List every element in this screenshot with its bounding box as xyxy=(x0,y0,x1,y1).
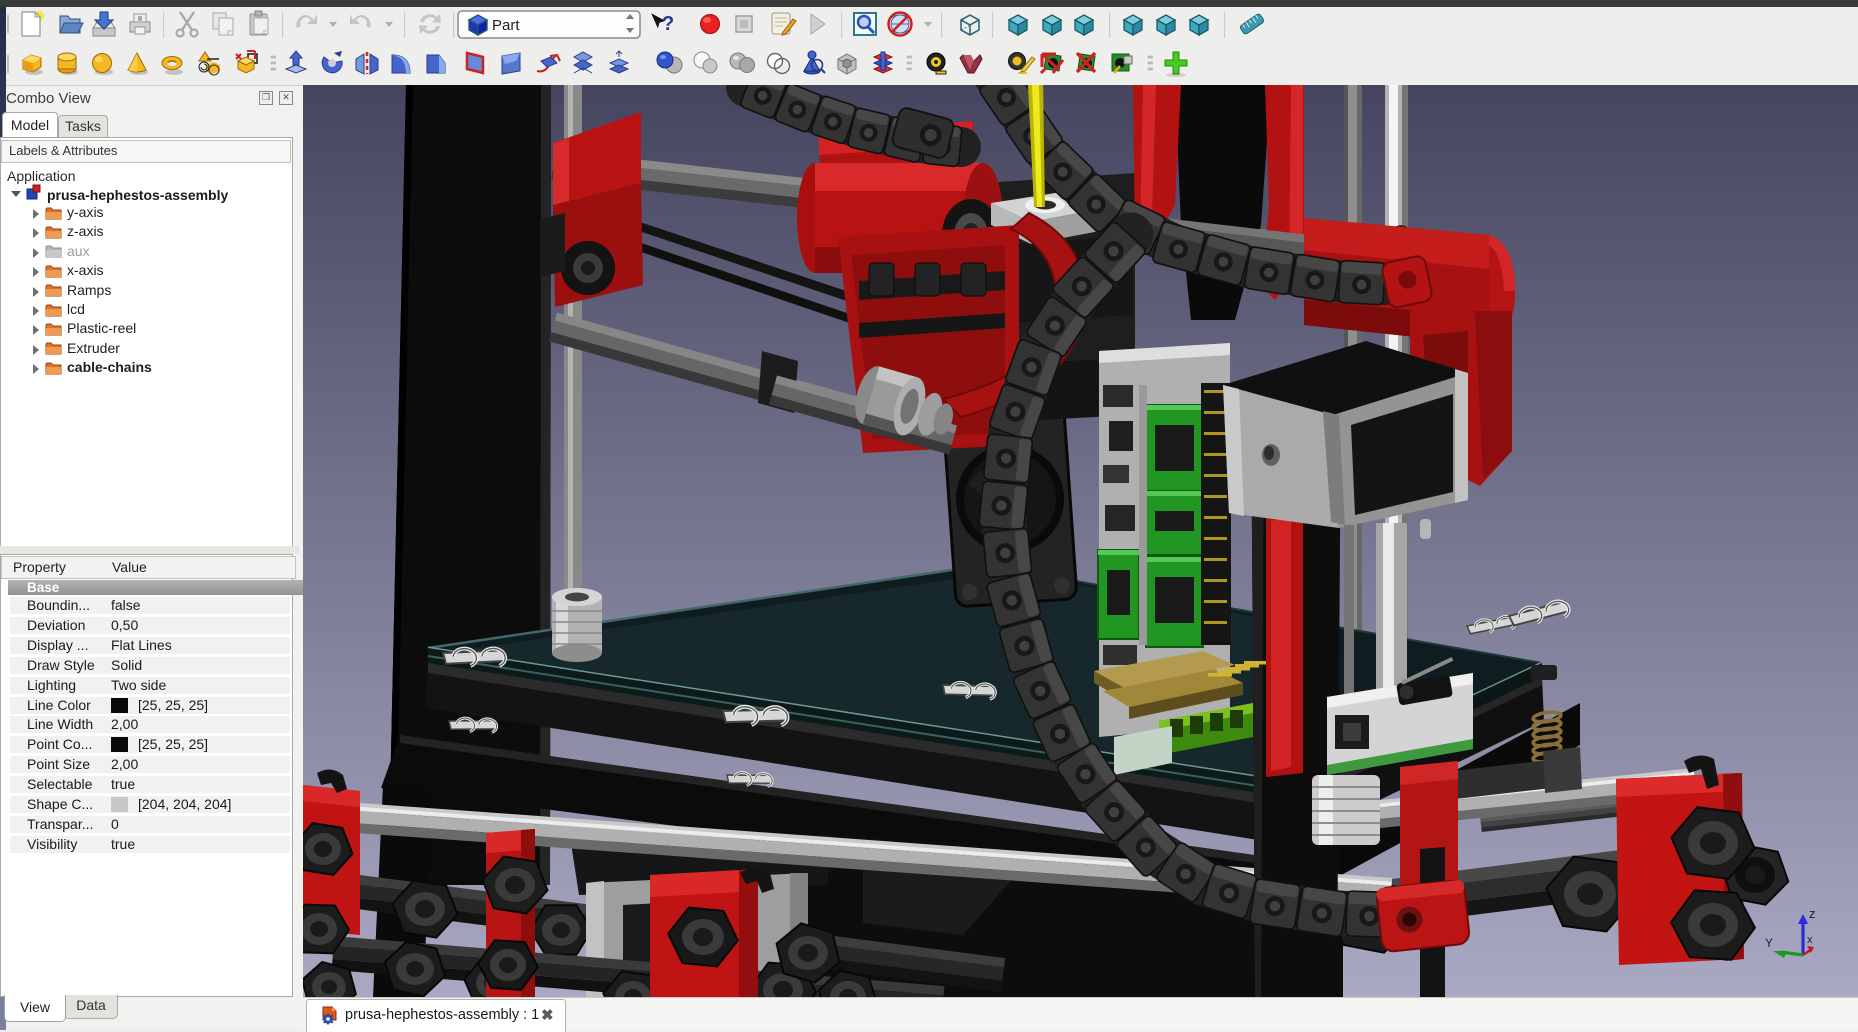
svg-text:x: x xyxy=(1807,934,1813,946)
svg-text:z: z xyxy=(1809,906,1816,921)
svg-text:Part: Part xyxy=(492,17,520,34)
svg-text:Y: Y xyxy=(1765,936,1773,950)
svg-text:?: ? xyxy=(662,13,674,35)
